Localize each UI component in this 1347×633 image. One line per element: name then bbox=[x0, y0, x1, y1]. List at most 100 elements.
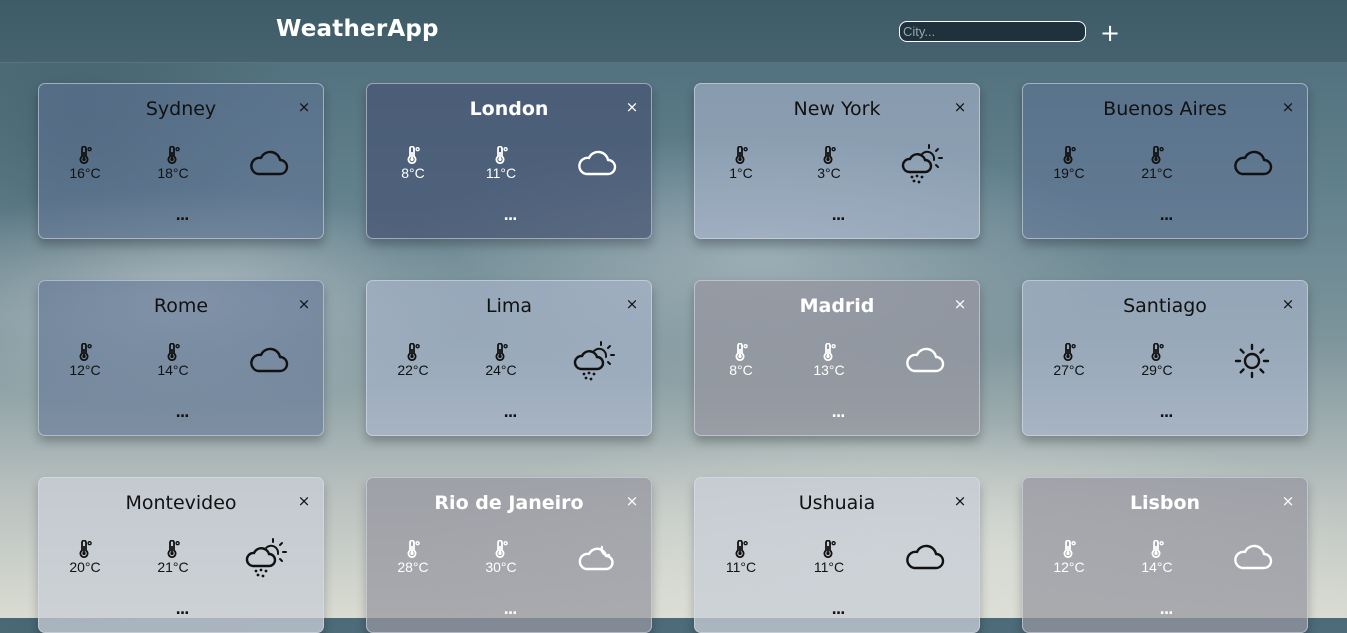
city-name: New York bbox=[793, 98, 881, 120]
weather-icon bbox=[900, 142, 948, 186]
weather-icon bbox=[244, 142, 292, 186]
more-button[interactable]: ... bbox=[167, 405, 197, 421]
remove-city-button[interactable]: × bbox=[951, 98, 969, 116]
min-temp-value: 20°C bbox=[69, 559, 101, 575]
thermometer-icon bbox=[388, 539, 438, 558]
min-temp-value: 8°C bbox=[401, 165, 425, 181]
more-button[interactable]: ... bbox=[495, 602, 525, 618]
more-button[interactable]: ... bbox=[823, 208, 853, 224]
more-button[interactable]: ... bbox=[495, 405, 525, 421]
thermometer-icon bbox=[148, 145, 198, 164]
thermometer-icon bbox=[1132, 342, 1182, 361]
thermometer-icon bbox=[1044, 342, 1094, 361]
thermometer-icon bbox=[716, 539, 766, 558]
city-name: Santiago bbox=[1123, 295, 1207, 317]
thermometer-icon bbox=[1044, 145, 1094, 164]
min-temp: 22°C bbox=[388, 342, 438, 378]
thermometer-icon bbox=[60, 539, 110, 558]
remove-city-button[interactable]: × bbox=[623, 492, 641, 510]
city-card: Lisbon × 12°C 14°C ... bbox=[1022, 477, 1308, 633]
thermometer-icon bbox=[476, 342, 526, 361]
city-name: Buenos Aires bbox=[1103, 98, 1227, 120]
min-temp-value: 19°C bbox=[1053, 165, 1085, 181]
remove-city-button[interactable]: × bbox=[295, 492, 313, 510]
city-card: London × 8°C 11°C ... bbox=[366, 83, 652, 239]
weather-icon bbox=[900, 339, 948, 383]
city-card: Rome × 12°C 14°C ... bbox=[38, 280, 324, 436]
thermometer-icon bbox=[148, 342, 198, 361]
min-temp-value: 11°C bbox=[725, 559, 757, 575]
remove-city-button[interactable]: × bbox=[951, 492, 969, 510]
city-name: Montevideo bbox=[125, 492, 237, 514]
max-temp-value: 30°C bbox=[485, 559, 517, 575]
weather-icon bbox=[572, 339, 620, 383]
city-card: Lima × 22°C 24°C ... bbox=[366, 280, 652, 436]
more-button[interactable]: ... bbox=[823, 405, 853, 421]
remove-city-button[interactable]: × bbox=[295, 98, 313, 116]
weather-icon bbox=[572, 536, 620, 580]
more-button[interactable]: ... bbox=[167, 602, 197, 618]
max-temp-value: 14°C bbox=[1141, 559, 1173, 575]
more-button[interactable]: ... bbox=[495, 208, 525, 224]
more-button[interactable]: ... bbox=[1151, 405, 1181, 421]
max-temp: 29°C bbox=[1132, 342, 1182, 378]
city-card: Rio de Janeiro × 28°C 30°C ... bbox=[366, 477, 652, 633]
more-button[interactable]: ... bbox=[167, 208, 197, 224]
remove-city-button[interactable]: × bbox=[623, 295, 641, 313]
thermometer-icon bbox=[1132, 145, 1182, 164]
max-temp-value: 21°C bbox=[157, 559, 189, 575]
min-temp: 20°C bbox=[60, 539, 110, 575]
min-temp: 12°C bbox=[1044, 539, 1094, 575]
remove-city-button[interactable]: × bbox=[951, 295, 969, 313]
city-card: Ushuaia × 11°C 11°C ... bbox=[694, 477, 980, 633]
city-name: Sydney bbox=[145, 98, 217, 120]
min-temp: 27°C bbox=[1044, 342, 1094, 378]
more-button[interactable]: ... bbox=[1151, 602, 1181, 618]
max-temp-value: 14°C bbox=[157, 362, 189, 378]
min-temp: 16°C bbox=[60, 145, 110, 181]
city-card: Montevideo × 20°C 21°C ... bbox=[38, 477, 324, 633]
min-temp-value: 28°C bbox=[397, 559, 429, 575]
max-temp-value: 13°C bbox=[813, 362, 845, 378]
city-name: Lima bbox=[485, 295, 532, 317]
thermometer-icon bbox=[1044, 539, 1094, 558]
max-temp-value: 11°C bbox=[485, 165, 517, 181]
min-temp: 28°C bbox=[388, 539, 438, 575]
max-temp: 14°C bbox=[1132, 539, 1182, 575]
max-temp: 21°C bbox=[148, 539, 198, 575]
min-temp: 19°C bbox=[1044, 145, 1094, 181]
max-temp: 3°C bbox=[804, 145, 854, 181]
app-logo: WeatherApp bbox=[276, 16, 439, 42]
city-name: London bbox=[469, 98, 549, 120]
weather-icon bbox=[1228, 536, 1276, 580]
more-button[interactable]: ... bbox=[1151, 208, 1181, 224]
weather-icon bbox=[900, 536, 948, 580]
city-card: Santiago × 27°C 29°C ... bbox=[1022, 280, 1308, 436]
remove-city-button[interactable]: × bbox=[1279, 295, 1297, 313]
remove-city-button[interactable]: × bbox=[623, 98, 641, 116]
max-temp: 24°C bbox=[476, 342, 526, 378]
city-card: Buenos Aires × 19°C 21°C ... bbox=[1022, 83, 1308, 239]
min-temp-value: 12°C bbox=[1053, 559, 1085, 575]
min-temp-value: 22°C bbox=[397, 362, 429, 378]
max-temp-value: 24°C bbox=[485, 362, 517, 378]
max-temp: 11°C bbox=[804, 539, 854, 575]
thermometer-icon bbox=[1132, 539, 1182, 558]
remove-city-button[interactable]: × bbox=[295, 295, 313, 313]
weather-icon bbox=[244, 339, 292, 383]
weather-icon bbox=[244, 536, 292, 580]
min-temp: 8°C bbox=[716, 342, 766, 378]
more-button[interactable]: ... bbox=[823, 602, 853, 618]
min-temp: 12°C bbox=[60, 342, 110, 378]
city-search-input[interactable] bbox=[899, 21, 1086, 42]
min-temp-value: 12°C bbox=[69, 362, 101, 378]
thermometer-icon bbox=[716, 145, 766, 164]
remove-city-button[interactable]: × bbox=[1279, 98, 1297, 116]
max-temp: 18°C bbox=[148, 145, 198, 181]
thermometer-icon bbox=[804, 342, 854, 361]
remove-city-button[interactable]: × bbox=[1279, 492, 1297, 510]
thermometer-icon bbox=[716, 342, 766, 361]
thermometer-icon bbox=[476, 145, 526, 164]
min-temp: 1°C bbox=[716, 145, 766, 181]
add-city-button[interactable]: + bbox=[1099, 21, 1121, 45]
